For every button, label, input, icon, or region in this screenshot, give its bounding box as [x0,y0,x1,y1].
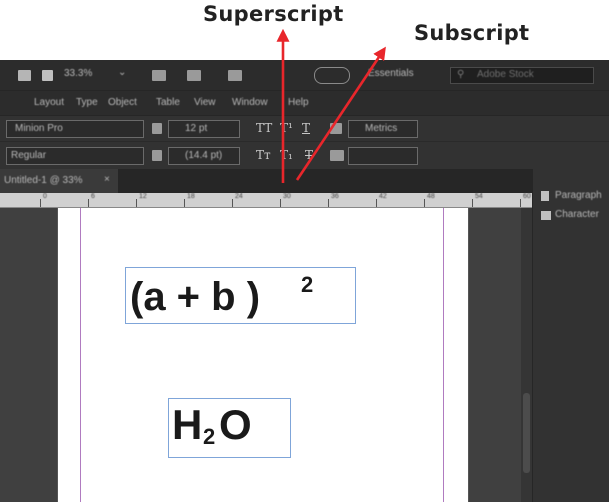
ruler-tick-label: 6 [91,193,95,200]
view-options-icon[interactable] [152,70,166,81]
underline-button[interactable]: T [302,121,310,135]
font-size-value: 12 pt [185,123,208,134]
application-bar: 33.3% ⌄ Essentials ⚲ Adobe Stock [0,60,609,90]
text-frame-formula-2[interactable]: H 2 O [168,398,291,458]
scrollbar-thumb[interactable] [523,393,530,473]
formula-o: O [219,401,252,448]
search-icon: ⚲ [457,69,465,80]
document-page: (a + b ) 2 H 2 O [57,208,469,502]
bridge-icon[interactable] [18,70,31,81]
font-size-field[interactable]: 12 pt [168,120,240,138]
ruler-tick [40,199,41,207]
ruler-tick [520,199,521,207]
control-panel-row-1: Minion Pro 12 pt TT T¹ T Metrics [0,115,609,142]
superscript-callout-label: Superscript [203,2,344,26]
font-family-value: Minion Pro [15,123,63,134]
document-tab-bar: Untitled-1 @ 33% × [0,169,609,193]
ruler-tick [424,199,425,207]
ruler-tick [88,199,89,207]
formula-h: H [172,401,203,448]
ruler-tick-label: 60 [523,193,531,200]
ruler-tick [472,199,473,207]
font-style-value: Regular [11,150,47,161]
menu-help[interactable]: Help [288,97,309,108]
ruler-tick [136,199,137,207]
tracking-field[interactable] [348,147,418,165]
menu-window[interactable]: Window [232,97,268,108]
panel-dock: Paragraph Character [532,169,609,502]
zoom-level[interactable]: 33.3% [64,68,92,79]
leading-icon [152,150,162,161]
kerning-value: Metrics [365,123,398,134]
document-tab-label: Untitled-1 @ 33% [4,175,83,186]
formula-exponent: 2 [301,272,314,297]
ruler-tick-label: 48 [427,193,435,200]
ruler-tick-label: 54 [475,193,483,200]
paragraph-icon[interactable] [541,191,549,201]
ruler-tick [184,199,185,207]
font-size-icon [152,123,162,134]
menu-object[interactable]: Object [108,97,137,108]
indesign-window: 33.3% ⌄ Essentials ⚲ Adobe Stock Layout … [0,60,609,502]
control-panel-row-2: Regular (14.4 pt) Tᴛ T₁ T [0,141,609,170]
text-frame-formula-1[interactable]: (a + b ) 2 [125,267,356,324]
ruler-tick [280,199,281,207]
menu-layout[interactable]: Layout [34,97,64,108]
workspace-switcher[interactable]: Essentials [368,68,414,79]
ruler-tick-label: 30 [283,193,291,200]
menu-bar: Layout Type Object Table View Window Hel… [0,90,609,115]
superscript-button[interactable]: T¹ [280,121,293,135]
document-tab[interactable]: Untitled-1 @ 33% × [0,169,118,193]
small-caps-button[interactable]: Tᴛ [256,148,271,162]
arrange-documents-icon[interactable] [228,70,242,81]
subscript-button[interactable]: T₁ [280,148,293,162]
formula-base: (a + b ) [130,275,261,319]
all-caps-button[interactable]: TT [256,121,272,135]
vertical-scrollbar[interactable] [521,208,532,502]
stock-icon[interactable] [42,70,53,81]
font-family-field[interactable]: Minion Pro [6,120,144,138]
close-tab-icon[interactable]: × [104,174,110,185]
strikethrough-button[interactable]: T [305,148,313,162]
tracking-icon [330,150,344,161]
ruler-tick [376,199,377,207]
leading-value: (14.4 pt) [185,150,223,161]
font-style-field[interactable]: Regular [6,147,144,165]
menu-view[interactable]: View [194,97,216,108]
stock-search-field[interactable]: ⚲ Adobe Stock [450,67,594,84]
menu-type[interactable]: Type [76,97,98,108]
left-margin-guide [80,208,81,502]
subscript-callout-label: Subscript [414,21,530,45]
ruler-tick-label: 42 [379,193,387,200]
kerning-icon [330,123,342,134]
screen-mode-icon[interactable] [187,70,201,81]
ruler-tick [232,199,233,207]
ruler-tick-label: 0 [43,193,47,200]
search-toggle[interactable] [314,67,350,84]
kerning-field[interactable]: Metrics [348,120,418,138]
ruler-tick-label: 24 [235,193,243,200]
ruler-tick-label: 18 [187,193,195,200]
horizontal-ruler[interactable]: 0 6 12 18 24 30 36 42 48 54 60 [0,193,532,208]
ruler-tick-label: 36 [331,193,339,200]
ruler-tick [328,199,329,207]
formula-subscript: 2 [203,424,216,449]
leading-field[interactable]: (14.4 pt) [168,147,240,165]
search-placeholder: Adobe Stock [477,69,534,80]
character-icon[interactable] [541,211,551,220]
panel-item-paragraph[interactable]: Paragraph [555,190,602,201]
menu-table[interactable]: Table [156,97,180,108]
right-margin-guide [443,208,444,502]
zoom-dropdown-icon[interactable]: ⌄ [118,67,126,78]
ruler-tick-label: 12 [139,193,147,200]
panel-item-character[interactable]: Character [555,209,599,220]
